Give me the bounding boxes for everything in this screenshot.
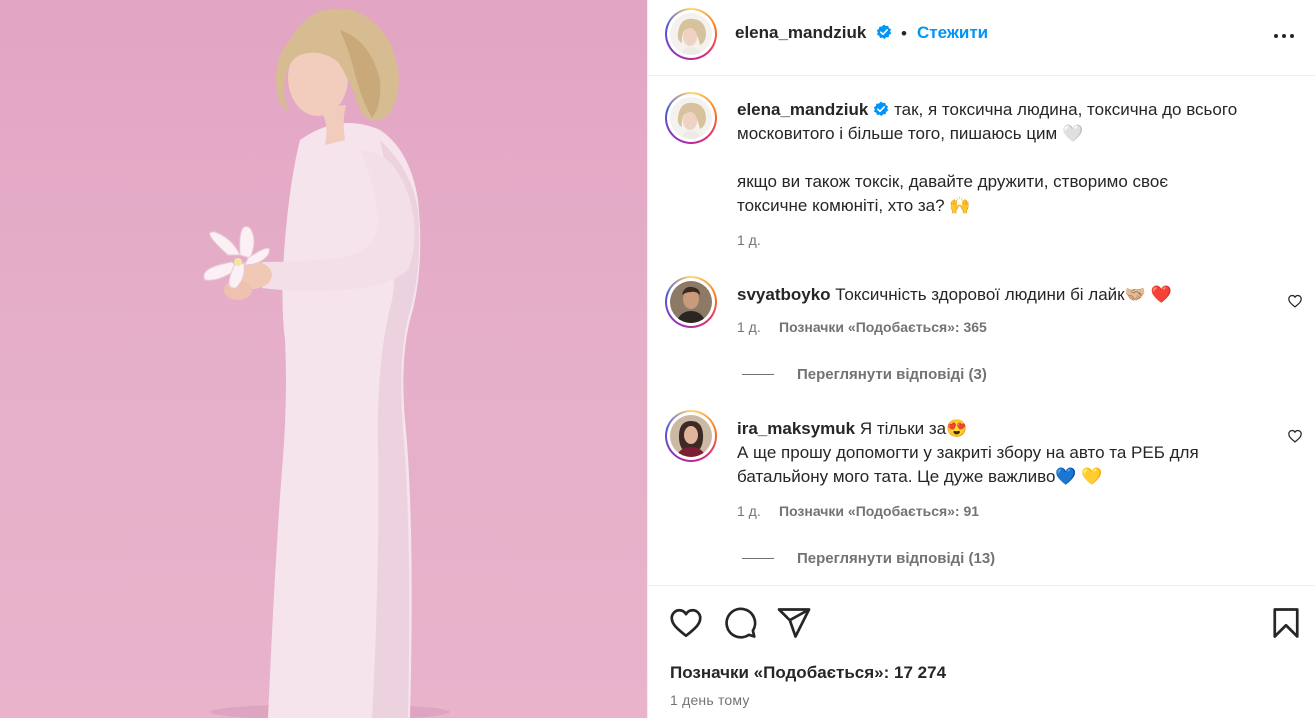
caption-username[interactable]: elena_mandziuk <box>737 100 868 119</box>
caption-text-1: так, я токсична людина, токсична до всьо… <box>894 100 1238 119</box>
comment-body: ira_maksymuk Я тільки за😍 А ще прошу доп… <box>737 417 1267 489</box>
post-caption: elena_mandziuk так, я токсична людина, т… <box>737 98 1257 218</box>
more-options-icon[interactable] <box>1272 26 1296 46</box>
comment-age[interactable]: 1 д. <box>737 503 761 519</box>
caption-line-1: elena_mandziuk так, я токсична людина, т… <box>737 98 1257 122</box>
author-name-row: elena_mandziuk <box>735 23 892 43</box>
header-separator: • <box>901 24 907 43</box>
comment-line-1: ira_maksymuk Я тільки за😍 <box>737 417 1267 441</box>
author-avatar[interactable] <box>665 8 717 60</box>
comment-avatar-image <box>670 415 712 457</box>
caption-text-3: якщо ви також токсік, давайте дружити, с… <box>737 172 1169 191</box>
post-timestamp[interactable]: 1 день тому <box>670 692 750 708</box>
caption-avatar-image <box>670 97 712 139</box>
comment-text-2: А ще прошу допомогти у закриті збору на … <box>737 443 1199 462</box>
replies-divider <box>742 374 774 375</box>
comment-text-3: батальйону мого тата. Це дуже важливо💙 💛 <box>737 467 1103 486</box>
post-likes-count[interactable]: Позначки «Подобається»: 17 274 <box>670 663 946 683</box>
caption-text-2: московитого і більше того, пишаюсь цим 🤍 <box>737 124 1084 143</box>
follow-button[interactable]: Стежити <box>917 23 988 43</box>
comment-username[interactable]: ira_maksymuk <box>737 419 855 438</box>
comment-age[interactable]: 1 д. <box>737 319 761 335</box>
view-replies-button[interactable]: Переглянути відповіді (3) <box>797 366 987 383</box>
heart-icon[interactable] <box>668 605 704 641</box>
avatar-graphic <box>670 415 712 457</box>
comment-username[interactable]: svyatboyko <box>737 285 831 304</box>
comment-text-1: Я тільки за😍 <box>859 419 968 438</box>
post-photo[interactable] <box>0 0 647 718</box>
comment-text: Токсичність здорової людини бі лайк🤝🏼 ❤️ <box>835 285 1172 304</box>
comment-like-heart-icon[interactable] <box>1284 425 1306 447</box>
author-username[interactable]: elena_mandziuk <box>735 23 866 42</box>
comment-avatar-svyatboyko[interactable] <box>665 276 717 328</box>
comment-likes[interactable]: Позначки «Подобається»: 365 <box>779 319 987 335</box>
verified-badge-icon <box>876 24 891 39</box>
post-side-panel: elena_mandziuk • Стежити elena_mandziuk … <box>647 0 1315 718</box>
share-icon[interactable] <box>776 605 812 641</box>
caption-text-4: токсичне комюніті, хто за? 🙌 <box>737 196 971 215</box>
bookmark-icon[interactable] <box>1268 605 1304 641</box>
comment-likes[interactable]: Позначки «Подобається»: 91 <box>779 503 979 519</box>
view-replies-button[interactable]: Переглянути відповіді (13) <box>797 550 995 567</box>
post-header: elena_mandziuk • Стежити <box>648 0 1315 76</box>
actions-divider <box>648 585 1315 586</box>
post-photo-illustration <box>203 8 450 718</box>
comment-icon[interactable] <box>722 605 758 641</box>
comment-body: svyatboyko Токсичність здорової людини б… <box>737 283 1257 307</box>
caption-author-avatar[interactable] <box>665 92 717 144</box>
comment-like-heart-icon[interactable] <box>1284 290 1306 312</box>
replies-divider <box>742 558 774 559</box>
avatar-graphic <box>670 97 712 139</box>
comment-avatar-image <box>670 281 712 323</box>
comment-avatar-ira-maksymuk[interactable] <box>665 410 717 462</box>
caption-age[interactable]: 1 д. <box>737 232 761 248</box>
verified-badge-icon <box>874 101 889 116</box>
author-avatar-image <box>670 13 712 55</box>
avatar-graphic <box>670 281 712 323</box>
avatar-graphic <box>670 13 712 55</box>
